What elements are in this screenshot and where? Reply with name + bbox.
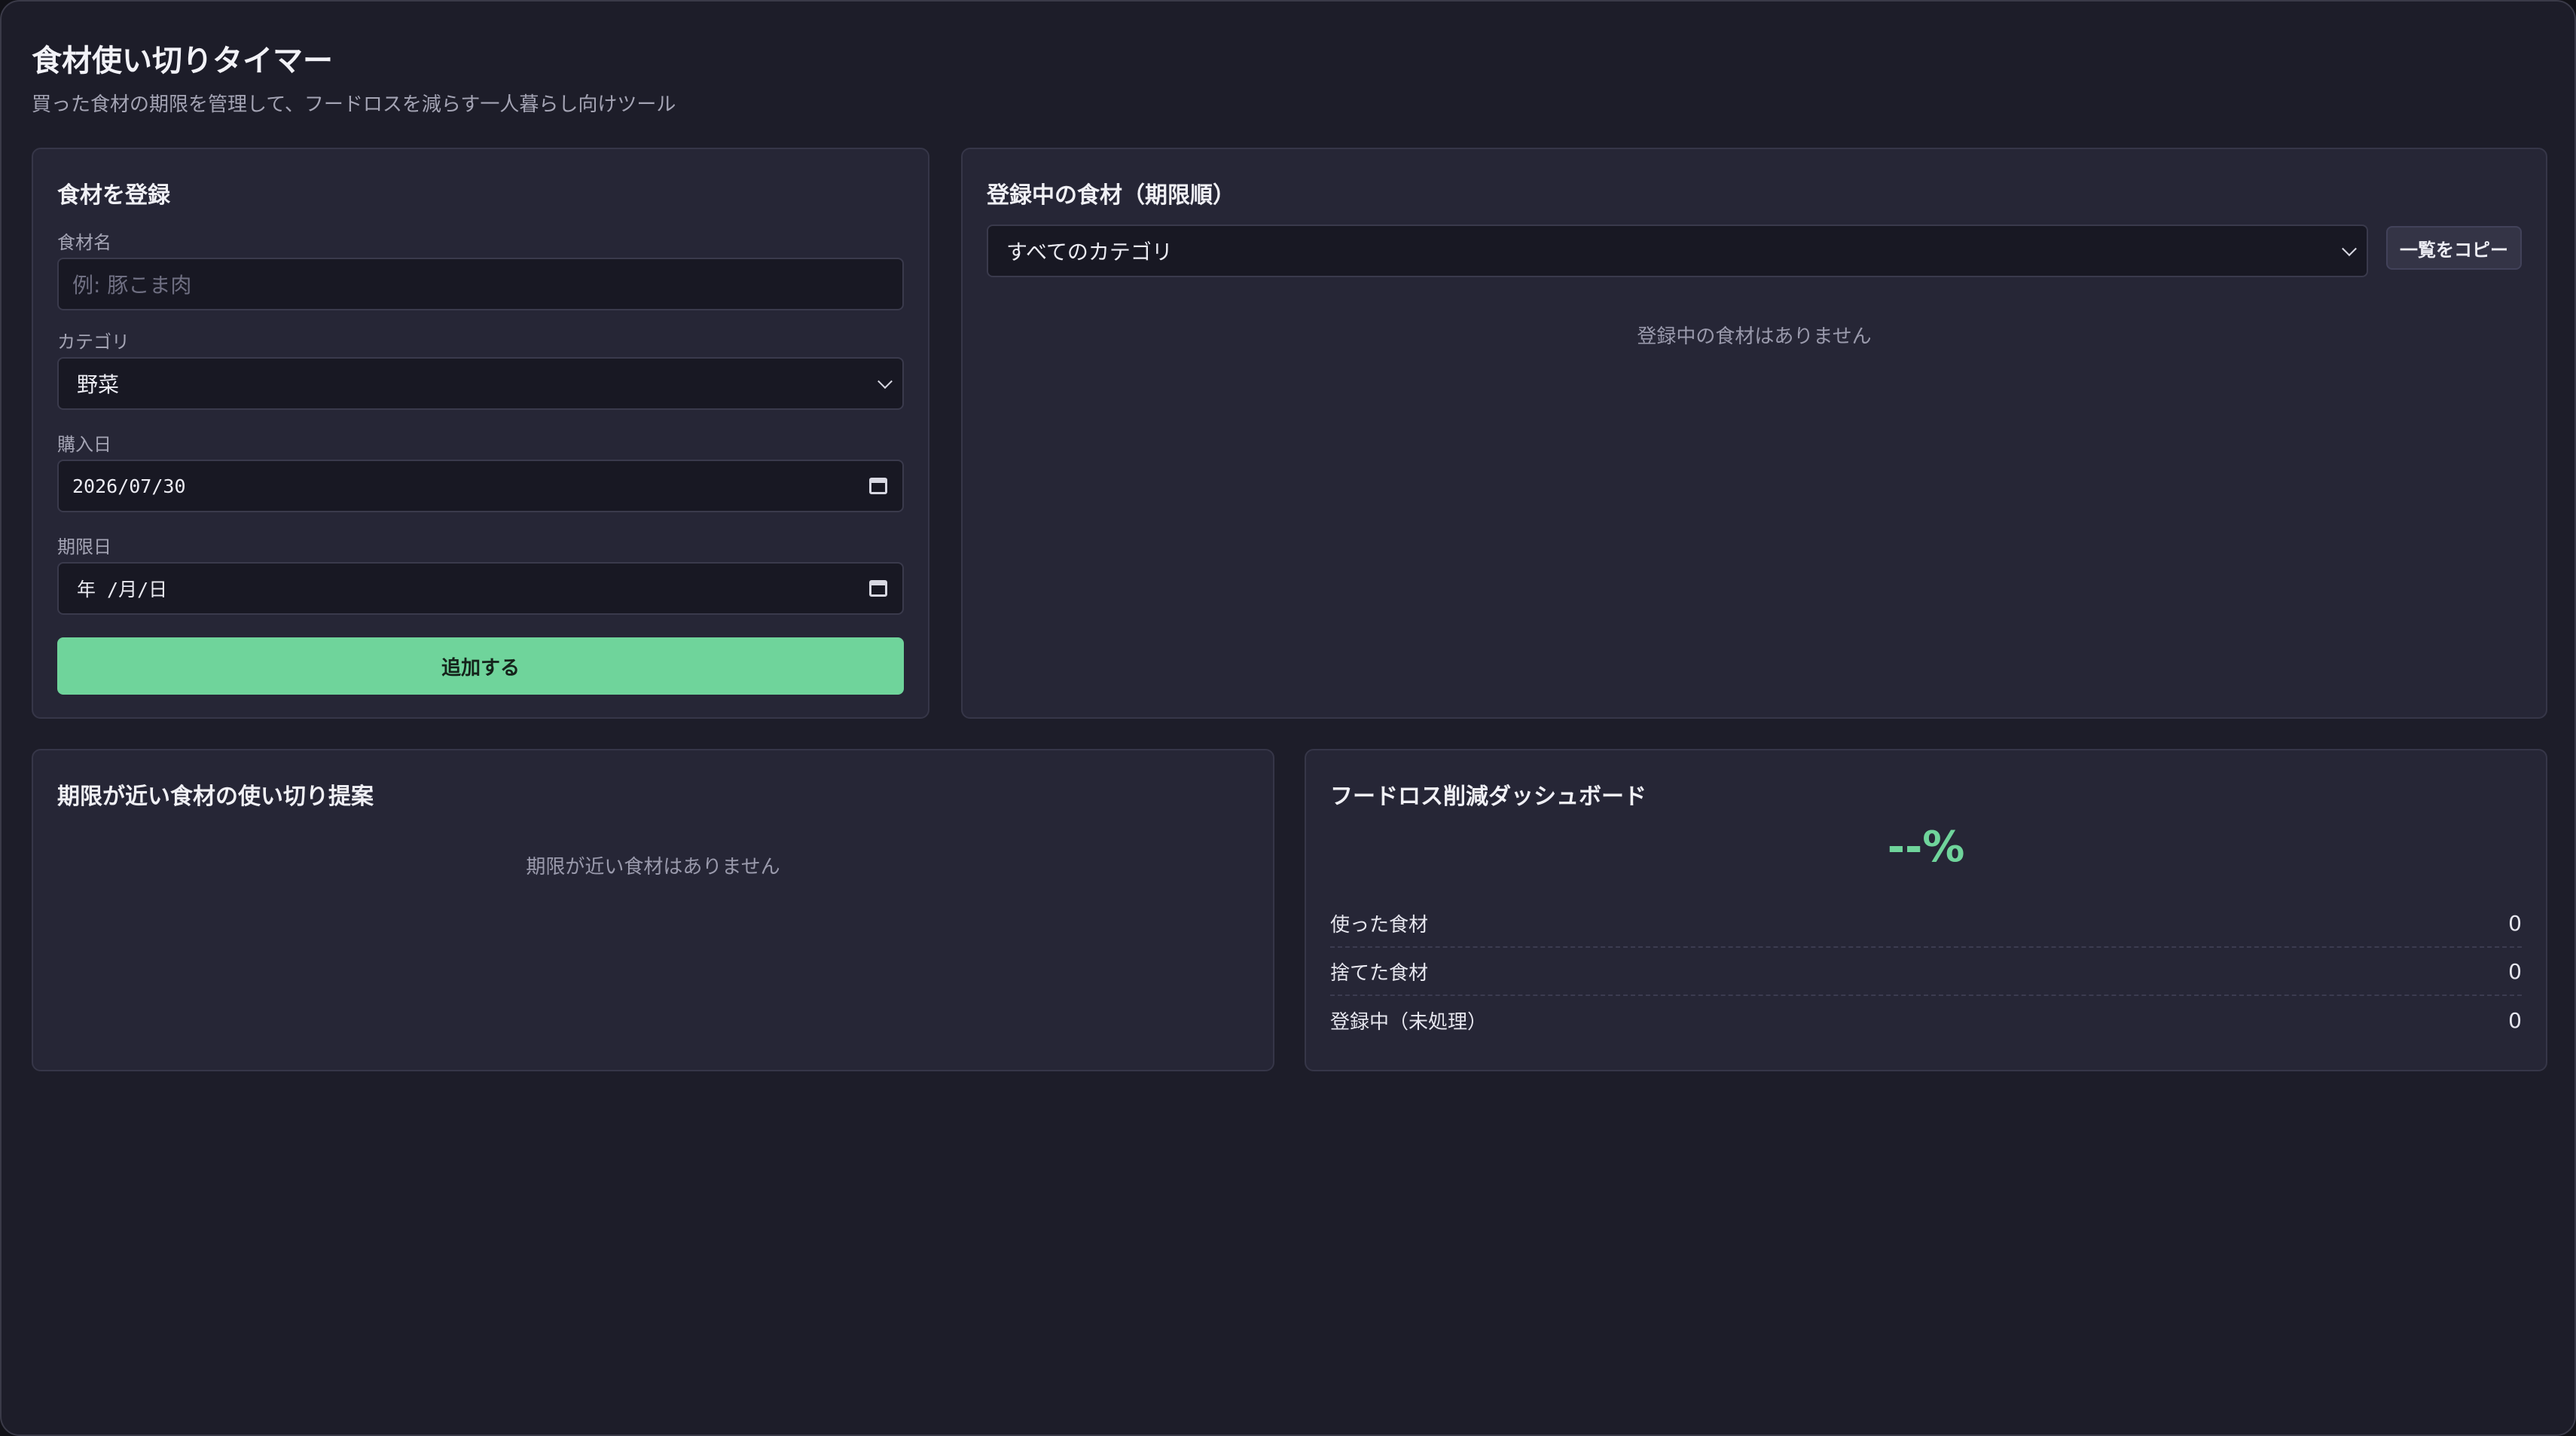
category-filter-value: すべてのカテゴリ (1006, 240, 1173, 264)
category-select-value: 野菜 (77, 372, 120, 397)
expiry-date-input[interactable]: 年 /月/日 (57, 562, 904, 615)
suggest-panel: 期限が近い食材の使い切り提案 期限が近い食材はありません (32, 749, 1274, 1071)
add-button[interactable]: 追加する (57, 637, 904, 695)
page-subtitle: 買った食材の期限を管理して、フードロスを減らす一人暮らし向けツール (32, 93, 676, 116)
stat-value: 0 (2508, 910, 2522, 936)
food-name-input[interactable]: 例: 豚こま肉 (57, 258, 904, 310)
calendar-icon[interactable] (869, 580, 887, 597)
stat-label: 使った食材 (1330, 913, 1429, 936)
register-panel: 食材を登録 食材名 例: 豚こま肉 カテゴリ 野菜 購入日 2026/07/30… (32, 148, 929, 719)
suggest-panel-title: 期限が近い食材の使い切り提案 (57, 784, 374, 810)
stat-label: 捨てた食材 (1330, 961, 1429, 985)
chevron-down-icon (2342, 241, 2357, 257)
expiry-date-value: 年 /月/日 (77, 579, 168, 600)
category-filter-select[interactable]: すべてのカテゴリ (987, 225, 2368, 277)
food-loss-rate: --% (1887, 823, 1965, 872)
category-label: カテゴリ (57, 332, 130, 353)
purchase-date-input[interactable]: 2026/07/30 (57, 460, 904, 512)
page-title: 食材使い切りタイマー (32, 44, 333, 78)
stat-value: 0 (2508, 1007, 2522, 1033)
list-panel: 登録中の食材（期限順） すべてのカテゴリ 一覧をコピー 登録中の食材はありません (961, 148, 2547, 719)
list-panel-title: 登録中の食材（期限順） (987, 182, 1235, 209)
dashboard-panel: フードロス削減ダッシュボード --% 使った食材 0 捨てた食材 0 登録中（未… (1305, 749, 2547, 1071)
stat-value: 0 (2508, 958, 2522, 984)
chevron-down-icon (877, 374, 893, 390)
food-name-placeholder: 例: 豚こま肉 (72, 273, 192, 298)
stat-row-discarded: 捨てた食材 0 (1330, 948, 2522, 996)
dashboard-panel-title: フードロス削減ダッシュボード (1330, 784, 1647, 810)
calendar-icon[interactable] (869, 478, 887, 494)
purchase-date-value: 2026/07/30 (72, 475, 186, 497)
suggest-empty-message: 期限が近い食材はありません (526, 856, 780, 878)
list-empty-message: 登録中の食材はありません (1637, 325, 1872, 348)
register-panel-title: 食材を登録 (57, 182, 170, 209)
stat-row-pending: 登録中（未処理） 0 (1330, 996, 2522, 1044)
expiry-date-label: 期限日 (57, 536, 111, 558)
purchase-date-label: 購入日 (57, 434, 111, 455)
food-name-label: 食材名 (57, 232, 111, 253)
app-window: 食材使い切りタイマー 買った食材の期限を管理して、フードロスを減らす一人暮らし向… (0, 0, 2576, 1436)
category-select[interactable]: 野菜 (57, 357, 904, 410)
copy-list-button[interactable]: 一覧をコピー (2386, 226, 2522, 270)
stat-row-used: 使った食材 0 (1330, 900, 2522, 948)
stat-label: 登録中（未処理） (1330, 1010, 1488, 1034)
